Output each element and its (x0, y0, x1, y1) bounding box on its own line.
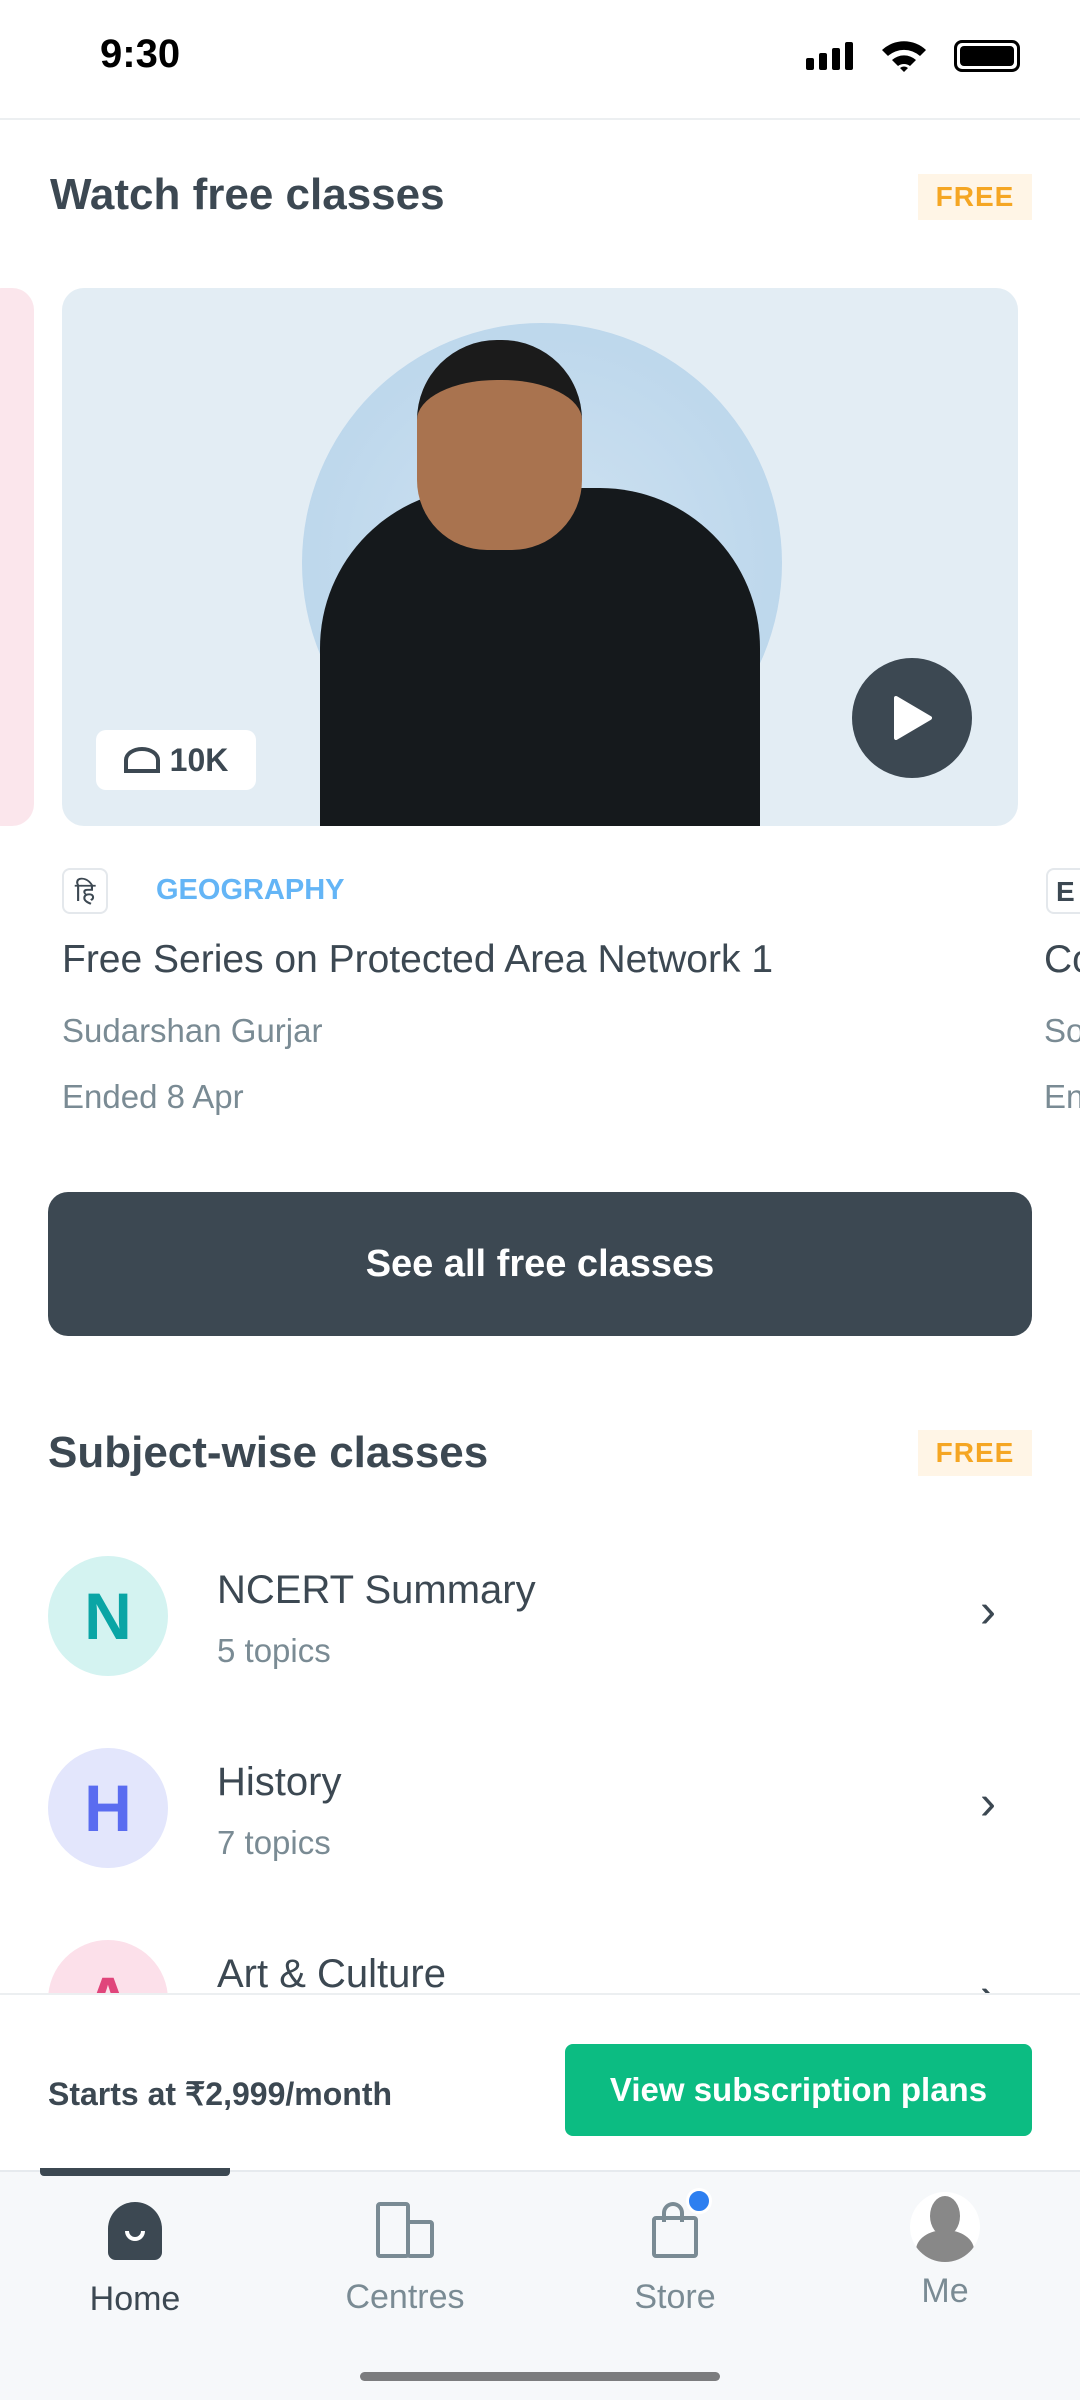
subject-topic-count: 7 topics (217, 1824, 331, 1861)
tab-me[interactable]: Me (845, 2192, 1045, 2311)
subject-letter-icon: H (48, 1748, 168, 1868)
chevron-right-icon: › (980, 1777, 996, 1830)
tab-bar: Home Centres Store Me (0, 2168, 1080, 2400)
subject-title: NCERT Summary (217, 1568, 536, 1612)
play-button[interactable] (852, 658, 972, 778)
wifi-icon (882, 41, 926, 72)
chevron-right-icon: › (980, 1585, 996, 1638)
signal-icon (806, 42, 853, 70)
see-all-free-classes-button[interactable]: See all free classes (48, 1192, 1032, 1336)
subscription-bar: Starts at ₹2,999/month View subscription… (0, 1993, 1080, 2170)
tab-label: Me (921, 2272, 969, 2310)
tab-label: Store (634, 2278, 716, 2316)
tab-centres[interactable]: Centres (305, 2202, 505, 2317)
tab-home[interactable]: Home (35, 2202, 235, 2319)
next-language-tag: E (1046, 868, 1080, 914)
avatar (910, 2192, 980, 2262)
language-tag: हि (62, 868, 108, 914)
subject-title: History (217, 1760, 342, 1804)
subject-row[interactable]: N NCERT Summary 5 topics › (0, 1556, 1080, 1696)
active-tab-indicator (40, 2168, 230, 2176)
price-text: Starts at ₹2,999/month (48, 2076, 393, 2112)
subject-topic-count: 5 topics (217, 1632, 331, 1669)
free-badge: FREE (918, 1430, 1032, 1476)
battery-icon (954, 40, 1020, 72)
subject-row[interactable]: H History 7 topics › (0, 1748, 1080, 1888)
subject-wise-heading: Subject-wise classes (48, 1428, 489, 1477)
status-bar: 9:30 (0, 0, 1080, 120)
class-status: Ended 8 Apr (62, 1078, 244, 1115)
home-indicator (360, 2372, 720, 2381)
subject-letter-icon: N (48, 1556, 168, 1676)
educator-name: Sudarshan Gurjar (62, 1012, 323, 1049)
tab-label: Centres (345, 2278, 465, 2316)
status-time: 9:30 (100, 32, 181, 76)
class-title[interactable]: Free Series on Protected Area Network 1 (62, 938, 773, 982)
play-icon (894, 696, 932, 740)
next-educator: So (1044, 1012, 1080, 1049)
view-count: 10K (169, 741, 229, 778)
tab-label: Home (89, 2280, 181, 2318)
tab-store[interactable]: Store (575, 2188, 775, 2317)
building-icon (376, 2202, 434, 2258)
views-badge: 10K (96, 730, 256, 790)
free-classes-heading: Watch free classes (50, 170, 445, 219)
next-class-title[interactable]: Co (1044, 938, 1080, 982)
previous-card[interactable] (0, 288, 34, 826)
next-status: En (1044, 1078, 1080, 1115)
home-icon (108, 2202, 162, 2260)
subject-label: GEOGRAPHY (156, 874, 345, 906)
free-badge: FREE (918, 174, 1032, 220)
subject-title: Art & Culture (217, 1952, 446, 1996)
view-subscription-plans-button[interactable]: View subscription plans (565, 2044, 1032, 2136)
eye-icon (123, 747, 160, 773)
notification-dot (686, 2188, 712, 2214)
shopping-bag-icon (652, 2188, 712, 2258)
